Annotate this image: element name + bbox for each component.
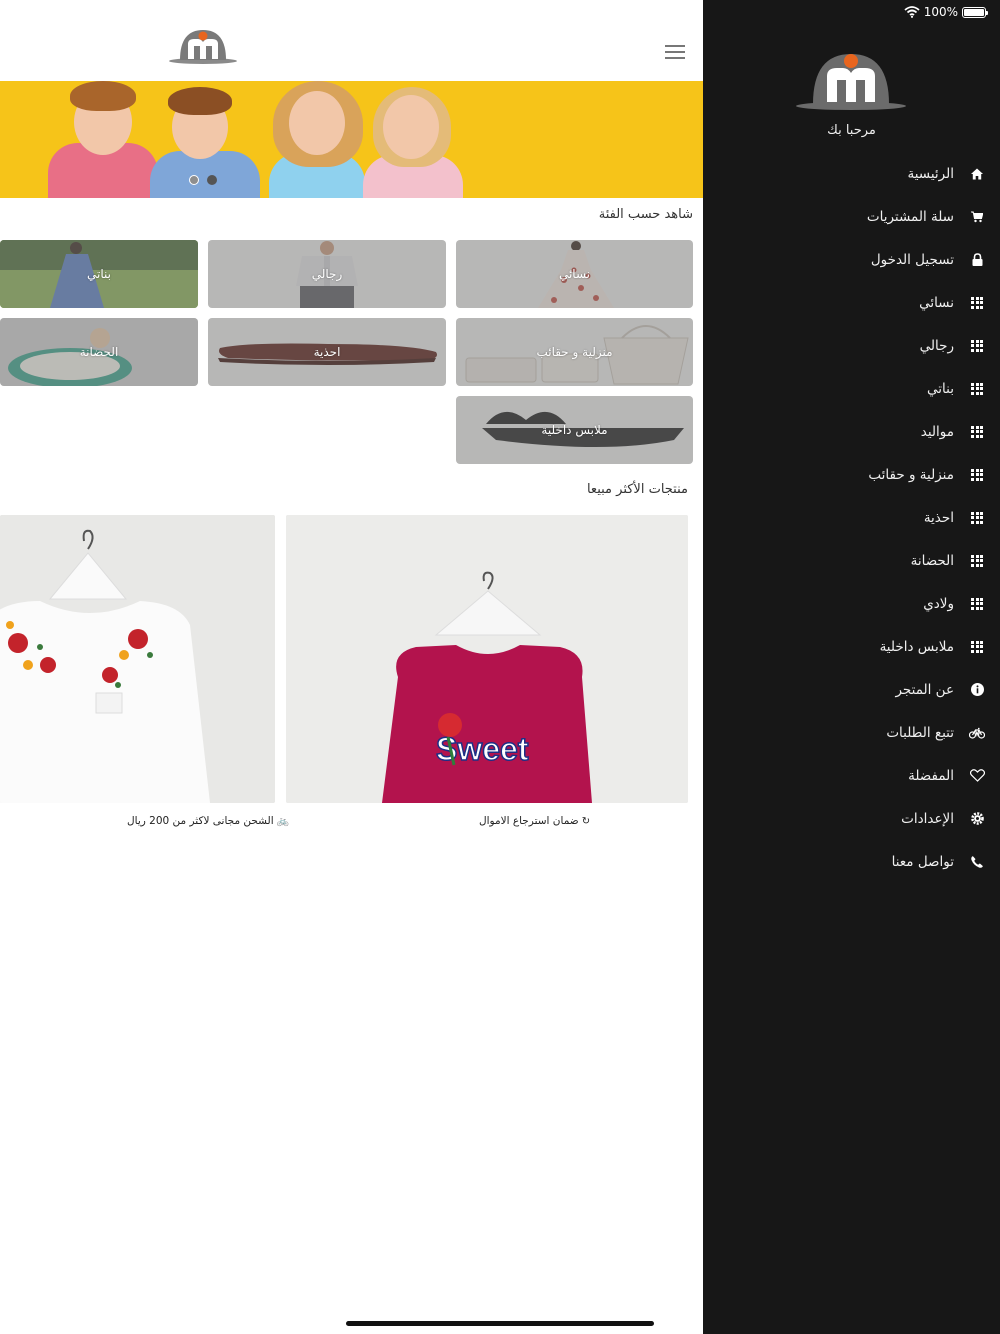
nav-item-label: الإعدادات: [901, 810, 954, 827]
category-tile-label: احذية: [313, 345, 341, 359]
store-logo-icon[interactable]: [168, 24, 238, 66]
category-tile-underwear[interactable]: ملابس داخلية: [456, 396, 693, 464]
free-shipping-feature: 🚲الشحن مجانى لاكثر من 200 ريال: [127, 815, 289, 827]
nav-item-login[interactable]: تسجيل الدخول: [703, 238, 1000, 281]
category-tile-women[interactable]: نسائي: [456, 240, 693, 308]
info-icon: [954, 683, 1000, 696]
feature-text: ضمان استرجاع الاموال: [479, 815, 579, 827]
category-tile-label: منزلية و حقائب: [536, 345, 613, 359]
nav-item-settings[interactable]: الإعدادات: [703, 797, 1000, 840]
category-tile-label: الحضانة: [79, 345, 119, 359]
grid-icon: [954, 425, 1000, 438]
promo-banner[interactable]: [0, 81, 703, 198]
nav-item-label: سلة المشتريات: [866, 208, 954, 225]
nav-item-shoes[interactable]: احذية: [703, 496, 1000, 539]
slide-dot-1[interactable]: [189, 175, 199, 185]
grid-icon: [954, 597, 1000, 610]
nav-item-favorites[interactable]: المفضلة: [703, 754, 1000, 797]
nav-item-label: تتبع الطلبات: [886, 724, 954, 741]
grid-icon: [954, 339, 1000, 352]
home-indicator[interactable]: [346, 1321, 654, 1326]
category-heading: شاهد حسب الفئة: [598, 207, 693, 222]
nav-item-underwear[interactable]: ملابس داخلية: [703, 625, 1000, 668]
nav-item-label: الرئيسية: [907, 165, 955, 182]
nav-item-label: تسجيل الدخول: [870, 251, 954, 268]
phone-icon: [954, 855, 1000, 868]
nav-item-nursery[interactable]: الحضانة: [703, 539, 1000, 582]
top-bar: [0, 0, 703, 81]
nav-item-label: المفضلة: [908, 767, 954, 784]
category-tile-bags[interactable]: منزلية و حقائب: [456, 318, 693, 386]
nav-item-label: احذية: [923, 509, 954, 526]
side-drawer: 100% مرحبا بك الرئيسية سلة المشتريات تسج…: [703, 0, 1000, 1334]
product-image: [0, 515, 275, 803]
nav-item-label: ولادي: [923, 595, 954, 612]
nav-item-label: ملابس داخلية: [879, 638, 954, 655]
product-card[interactable]: [0, 515, 275, 803]
nav-item-cart[interactable]: سلة المشتريات: [703, 195, 1000, 238]
category-tile-label: بناتي: [87, 267, 111, 281]
battery-icon: [962, 6, 988, 18]
refresh-icon: ↻: [581, 816, 591, 827]
grid-icon: [954, 382, 1000, 395]
slide-dot-2[interactable]: [207, 175, 217, 185]
gear-icon: [954, 812, 1000, 825]
nav-item-newborns[interactable]: مواليد: [703, 410, 1000, 453]
nav-item-girls[interactable]: بناتي: [703, 367, 1000, 410]
main-content: شاهد حسب الفئة نسائي رجالي بناتي منزلية …: [0, 0, 703, 1334]
nav-item-label: نسائي: [919, 294, 954, 311]
nav-item-label: منزلية و حقائب: [868, 466, 954, 483]
grid-icon: [954, 296, 1000, 309]
category-tile-nursery[interactable]: الحضانة: [0, 318, 198, 386]
status-bar: 100%: [904, 4, 988, 20]
grid-icon: [954, 640, 1000, 653]
nav-item-bags[interactable]: منزلية و حقائب: [703, 453, 1000, 496]
bicycle-icon: [954, 727, 1000, 739]
nav-item-label: تواصل معنا: [891, 853, 954, 870]
lock-icon: [954, 253, 1000, 266]
category-tile-label: ملابس داخلية: [541, 423, 608, 437]
bicycle-icon: 🚲: [276, 816, 290, 827]
feature-text: الشحن مجانى لاكثر من 200 ريال: [127, 815, 274, 827]
store-logo-icon: [796, 54, 906, 110]
nav-item-home[interactable]: الرئيسية: [703, 152, 1000, 195]
nav-item-label: عن المتجر: [895, 681, 954, 698]
grid-icon: [954, 468, 1000, 481]
category-tile-girls[interactable]: بناتي: [0, 240, 198, 308]
category-tile-men[interactable]: رجالي: [208, 240, 446, 308]
nav-item-boys[interactable]: ولادي: [703, 582, 1000, 625]
money-back-feature: ↻ضمان استرجاع الاموال: [479, 815, 590, 827]
battery-percent: 100%: [923, 5, 958, 19]
product-image: Sweet: [286, 515, 688, 803]
heart-icon: [954, 769, 1000, 782]
bestsellers-heading: منتجات الأكثر مبيعا: [586, 482, 688, 497]
nav-item-label: مواليد: [920, 423, 954, 440]
nav-item-about[interactable]: عن المتجر: [703, 668, 1000, 711]
home-icon: [954, 168, 1000, 180]
product-card[interactable]: Sweet: [286, 515, 688, 803]
hamburger-menu-icon[interactable]: [662, 42, 688, 62]
welcome-text: مرحبا بك: [827, 123, 876, 138]
category-tile-label: رجالي: [311, 267, 343, 281]
nav-item-label: الحضانة: [910, 552, 954, 569]
grid-icon: [954, 511, 1000, 524]
nav-item-contact[interactable]: تواصل معنا: [703, 840, 1000, 883]
category-tile-label: نسائي: [558, 267, 591, 281]
nav-item-men[interactable]: رجالي: [703, 324, 1000, 367]
app-screen: شاهد حسب الفئة نسائي رجالي بناتي منزلية …: [0, 0, 1000, 1334]
nav-item-label: بناتي: [927, 380, 954, 397]
grid-icon: [954, 554, 1000, 567]
nav-item-label: رجالي: [919, 337, 954, 354]
category-tile-shoes[interactable]: احذية: [208, 318, 446, 386]
nav-item-women[interactable]: نسائي: [703, 281, 1000, 324]
cart-icon: [954, 211, 1000, 223]
nav-item-track-orders[interactable]: تتبع الطلبات: [703, 711, 1000, 754]
wifi-icon: [904, 6, 920, 18]
